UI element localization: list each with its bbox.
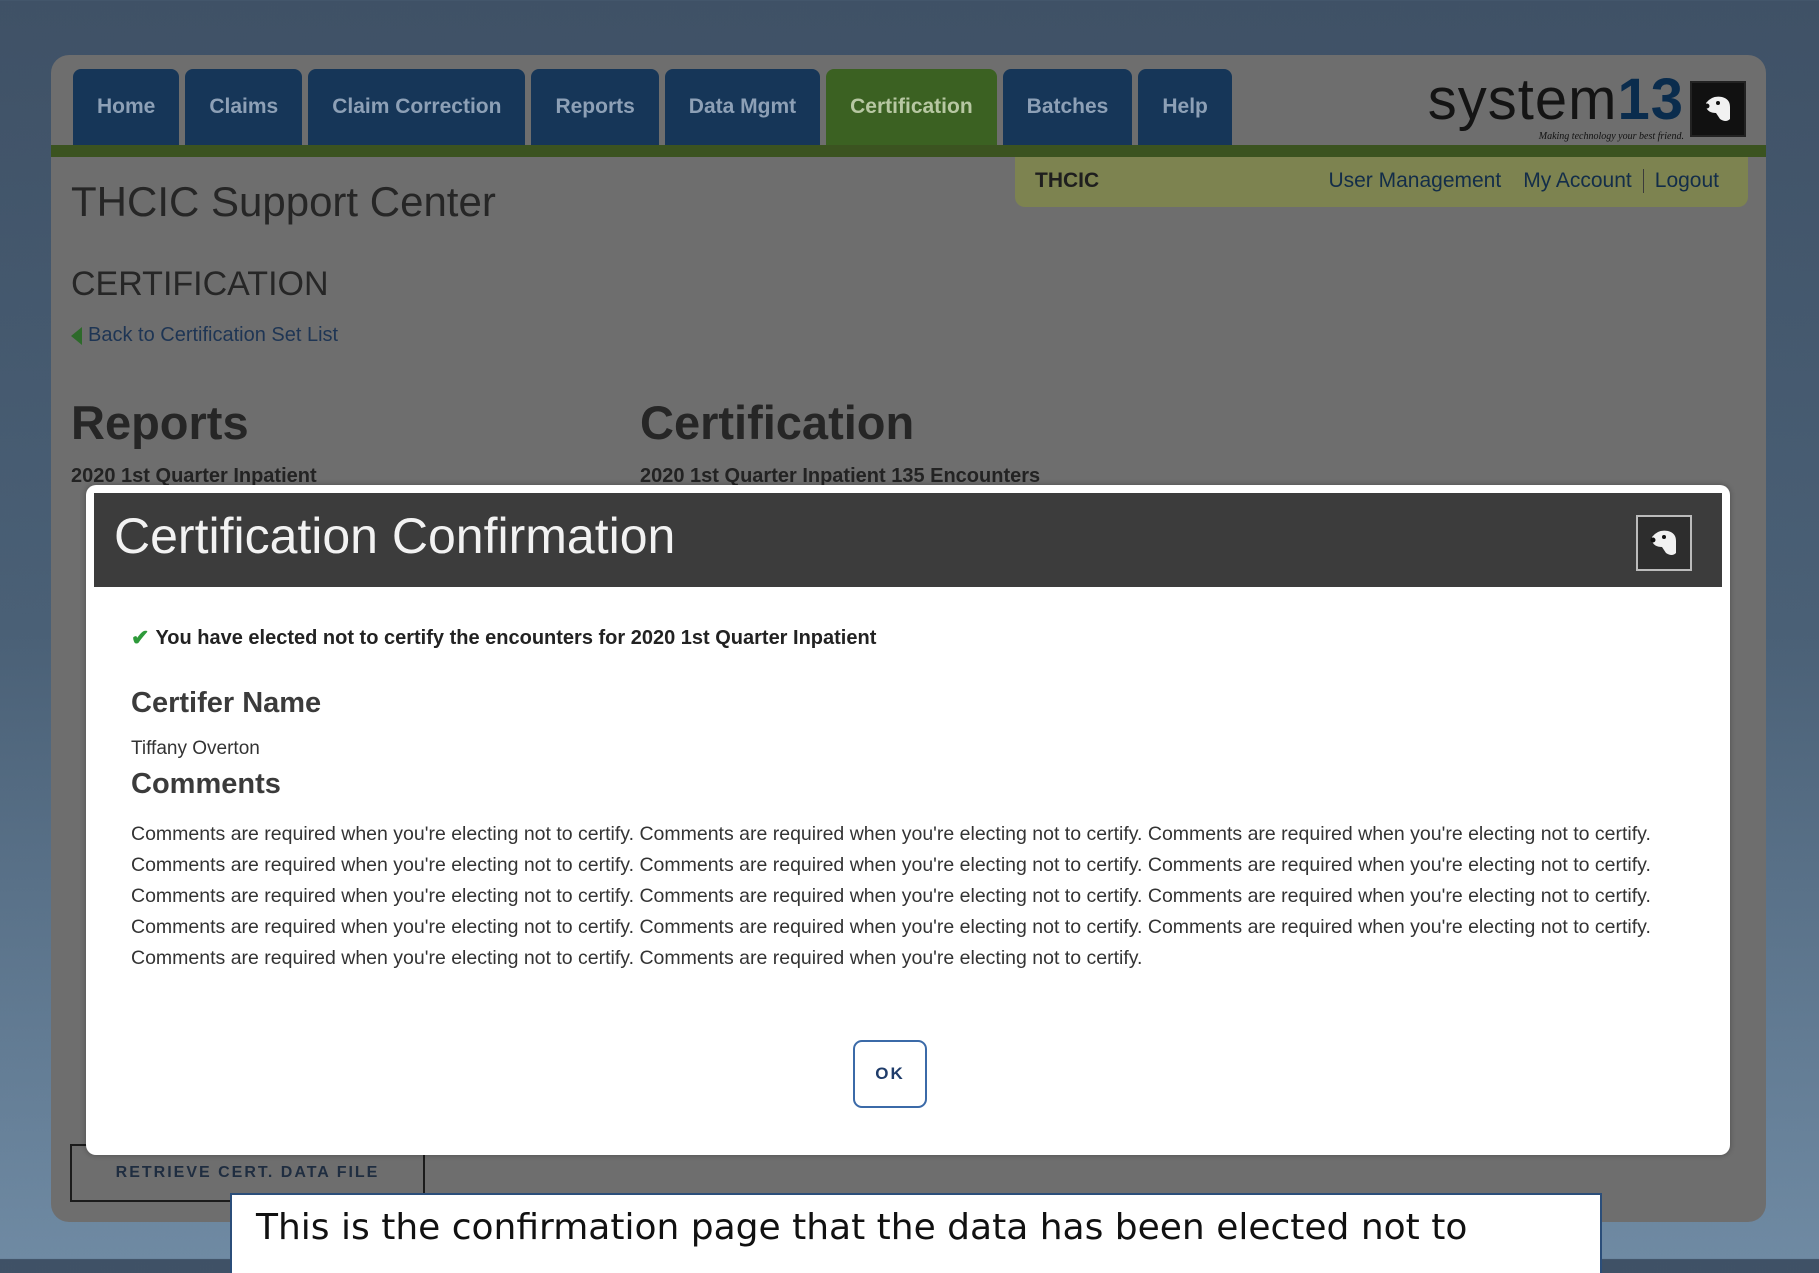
utility-bar: THCIC User Management My Account Logout [1015,157,1748,207]
reports-heading: Reports [71,396,249,449]
comments-label: Comments [131,768,281,800]
tab-claim-correction[interactable]: Claim Correction [308,69,526,145]
certification-confirmation-dialog: Certification Confirmation ✔ You have el… [86,485,1730,1155]
certifier-name-value: Tiffany Overton [131,738,260,759]
confirmation-message: ✔ You have elected not to certify the en… [131,625,876,651]
main-nav: Home Claims Claim Correction Reports Dat… [73,69,1232,145]
tab-batches[interactable]: Batches [1002,69,1133,145]
nav-underline [51,145,1766,157]
confirmation-message-text: You have elected not to certify the enco… [155,626,877,649]
tab-data-mgmt[interactable]: Data Mgmt [664,69,821,145]
back-arrow-icon [71,326,82,345]
ok-button[interactable]: OK [853,1040,927,1108]
tab-certification[interactable]: Certification [826,69,997,145]
my-account-link[interactable]: My Account [1512,169,1643,193]
caption-box: This is the confirmation page that the d… [230,1193,1602,1273]
logout-link[interactable]: Logout [1642,169,1730,193]
user-management-link[interactable]: User Management [1317,169,1512,193]
comments-value: Comments are required when you're electi… [131,823,1651,969]
org-label: THCIC [1035,169,1100,192]
tab-claims[interactable]: Claims [185,69,303,145]
system13-logo: system13 Making technology your best fri… [1428,71,1746,143]
logo-wordmark: system13 [1427,67,1684,132]
back-link[interactable]: Back to Certification Set List [71,324,338,347]
certification-heading: Certification [640,396,915,449]
back-link-label: Back to Certification Set List [88,324,339,346]
tab-help[interactable]: Help [1138,69,1232,145]
dialog-title: Certification Confirmation [114,508,676,564]
checkmark-icon: ✔ [131,625,150,650]
dog-logo-icon [1636,515,1692,571]
page-title: THCIC Support Center [71,178,496,225]
certifier-name-label: Certifer Name [131,687,322,719]
tab-reports[interactable]: Reports [531,69,659,145]
dog-logo-icon [1690,81,1746,137]
dialog-header: Certification Confirmation [94,493,1722,587]
section-title: CERTIFICATION [71,265,329,303]
logo-tagline: Making technology your best friend. [1538,131,1684,142]
tab-home[interactable]: Home [73,69,180,145]
